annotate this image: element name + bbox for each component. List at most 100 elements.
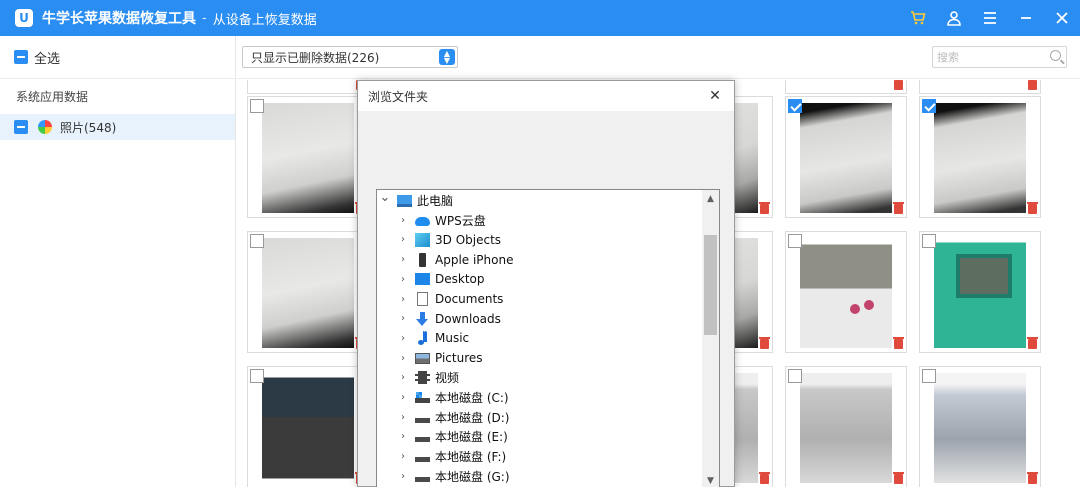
tree-node[interactable]: › 本地磁盘 (G:) bbox=[397, 467, 510, 486]
chevron-right-icon[interactable]: › bbox=[397, 274, 409, 285]
partial-check-icon[interactable] bbox=[14, 120, 28, 134]
tree-node[interactable]: › 本地磁盘 (E:) bbox=[397, 427, 508, 446]
trash-icon bbox=[759, 472, 770, 484]
photo-card[interactable] bbox=[247, 96, 369, 218]
tree-node[interactable]: › 本地磁盘 (F:) bbox=[397, 447, 506, 466]
photo-checkbox[interactable] bbox=[250, 369, 264, 383]
photo-thumbnail bbox=[934, 238, 1026, 348]
cart-icon[interactable] bbox=[900, 0, 936, 36]
tree-node[interactable]: › Music bbox=[397, 329, 469, 348]
scroll-thumb[interactable] bbox=[704, 235, 717, 335]
photo-thumbnail bbox=[934, 373, 1026, 483]
photo-card[interactable] bbox=[785, 366, 907, 487]
sidebar: 全选 系统应用数据 照片(548) bbox=[0, 36, 236, 487]
tree-node[interactable]: › WPS云盘 bbox=[397, 211, 486, 230]
drive-icon bbox=[415, 431, 430, 443]
sidebar-item-photos[interactable]: 照片(548) bbox=[0, 114, 235, 140]
tree-node-label: 视频 bbox=[435, 371, 460, 386]
title-bar: U 牛学长苹果数据恢复工具 - 从设备上恢复数据 bbox=[0, 0, 1080, 36]
chevron-right-icon[interactable]: › bbox=[397, 431, 409, 442]
photo-card[interactable] bbox=[247, 80, 369, 94]
chevron-right-icon[interactable]: › bbox=[397, 392, 409, 403]
trash-icon bbox=[893, 472, 904, 484]
section-label: 系统应用数据 bbox=[16, 90, 89, 104]
chevron-right-icon[interactable]: › bbox=[397, 234, 409, 245]
tree-node-label: Pictures bbox=[435, 351, 483, 366]
chevron-right-icon[interactable]: › bbox=[397, 215, 409, 226]
photo-checkbox[interactable] bbox=[250, 99, 264, 113]
chevron-right-icon[interactable]: › bbox=[397, 333, 409, 344]
partial-check-icon[interactable] bbox=[14, 50, 28, 64]
tree-node-label: Desktop bbox=[435, 272, 485, 287]
chevron-right-icon[interactable]: › bbox=[397, 412, 409, 423]
title-separator: - bbox=[202, 10, 207, 26]
tree-node[interactable]: ⌄ 此电脑 bbox=[379, 190, 453, 210]
tree-node[interactable]: › 本地磁盘 (D:) bbox=[397, 408, 509, 427]
dropdown-arrows-icon[interactable]: ▲ ▼ bbox=[439, 49, 455, 65]
menu-icon[interactable] bbox=[972, 0, 1008, 36]
photo-checkbox[interactable] bbox=[788, 99, 802, 113]
system-drive-icon bbox=[415, 392, 430, 403]
photo-card[interactable] bbox=[785, 231, 907, 353]
chevron-right-icon[interactable]: › bbox=[397, 372, 409, 383]
filter-value: 只显示已删除数据(226) bbox=[251, 50, 380, 65]
photo-card[interactable] bbox=[919, 96, 1041, 218]
chevron-down-icon[interactable]: ⌄ bbox=[379, 190, 391, 205]
tree-node[interactable]: › 3D Objects bbox=[397, 230, 501, 249]
tree-node[interactable]: › Documents bbox=[397, 290, 503, 309]
scroll-down-icon[interactable]: ▼ bbox=[702, 472, 719, 487]
tree-node[interactable]: › Downloads bbox=[397, 309, 501, 328]
chevron-right-icon[interactable]: › bbox=[397, 313, 409, 324]
photo-thumbnail bbox=[262, 80, 354, 89]
chevron-right-icon[interactable]: › bbox=[397, 451, 409, 462]
photo-checkbox[interactable] bbox=[250, 234, 264, 248]
desktop-icon bbox=[415, 273, 430, 286]
cloud-icon bbox=[415, 216, 430, 226]
trash-icon bbox=[759, 202, 770, 214]
photo-checkbox[interactable] bbox=[922, 99, 936, 113]
tree-node-label: 本地磁盘 (E:) bbox=[435, 430, 508, 445]
photo-checkbox[interactable] bbox=[788, 369, 802, 383]
chevron-right-icon[interactable]: › bbox=[397, 294, 409, 305]
photo-card[interactable] bbox=[919, 366, 1041, 487]
photo-card[interactable] bbox=[919, 231, 1041, 353]
close-icon[interactable] bbox=[1044, 0, 1080, 36]
app-title: 牛学长苹果数据恢复工具 bbox=[42, 11, 196, 27]
photo-card[interactable] bbox=[785, 96, 907, 218]
trash-icon bbox=[1028, 80, 1037, 90]
filter-dropdown[interactable]: 只显示已删除数据(226) ▲ ▼ bbox=[242, 46, 458, 68]
photo-checkbox[interactable] bbox=[922, 234, 936, 248]
tree-node-label: 本地磁盘 (C:) bbox=[435, 391, 509, 405]
tree-node[interactable]: › Pictures bbox=[397, 349, 483, 368]
scroll-up-icon[interactable]: ▲ bbox=[702, 190, 719, 207]
sidebar-item-label: 照片(548) bbox=[60, 120, 117, 135]
photo-card[interactable] bbox=[785, 80, 907, 94]
tree-node[interactable]: › 视频 bbox=[397, 368, 459, 387]
user-icon[interactable] bbox=[936, 0, 972, 36]
photo-checkbox[interactable] bbox=[922, 369, 936, 383]
minimize-icon[interactable] bbox=[1008, 0, 1044, 36]
tree-node-label: 本地磁盘 (D:) bbox=[435, 410, 510, 425]
app-logo-icon: U bbox=[15, 9, 33, 27]
search-box bbox=[932, 46, 1067, 68]
tree-node[interactable]: › 本地磁盘 (C:) bbox=[397, 388, 509, 407]
chevron-right-icon[interactable]: › bbox=[397, 353, 409, 364]
trash-icon bbox=[893, 337, 904, 349]
photo-checkbox[interactable] bbox=[788, 234, 802, 248]
photo-thumbnail bbox=[934, 103, 1026, 213]
select-all-checkbox[interactable]: 全选 bbox=[0, 36, 235, 79]
search-input[interactable] bbox=[933, 47, 1043, 67]
photo-card[interactable] bbox=[247, 231, 369, 353]
photo-card[interactable] bbox=[919, 80, 1041, 94]
tree-scrollbar[interactable]: ▲ ▼ bbox=[702, 190, 719, 487]
dialog-body: ▲ ▼ ⌄ 此电脑 › WPS云盘 › 3D Objects › Apple iPhone › D… bbox=[358, 111, 734, 487]
chevron-right-icon[interactable]: › bbox=[397, 471, 409, 482]
photo-card[interactable] bbox=[247, 366, 369, 487]
tree-node[interactable]: › Apple iPhone bbox=[397, 250, 513, 269]
photo-thumbnail bbox=[800, 80, 892, 89]
chevron-right-icon[interactable]: › bbox=[397, 254, 409, 265]
tree-node[interactable]: › Desktop bbox=[397, 270, 485, 289]
trash-icon bbox=[1027, 472, 1038, 484]
dialog-close-icon[interactable]: ✕ bbox=[704, 85, 726, 107]
search-icon[interactable] bbox=[1050, 50, 1061, 61]
